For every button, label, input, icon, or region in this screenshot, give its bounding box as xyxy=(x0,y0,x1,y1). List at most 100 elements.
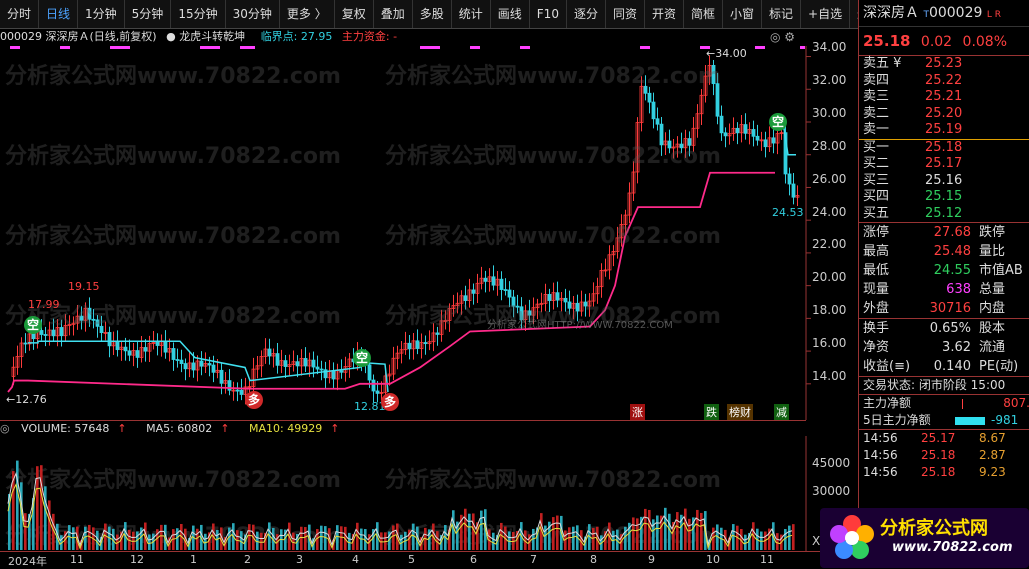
bid-book: 买一 25.18 买二 25.17 买三 25.16 买四 25.15 买五 25.12 xyxy=(859,140,1029,223)
main-net-bar xyxy=(962,399,964,409)
ask-row[interactable]: 卖五 ¥ 25.23 xyxy=(859,56,1029,73)
stat-key: 最低 xyxy=(863,263,890,278)
book-label: 卖三 xyxy=(863,89,890,104)
stat-key2: 市值AB xyxy=(979,263,1023,278)
price-change: 0.02 xyxy=(920,34,953,50)
indicator-dropdown[interactable]: ● 龙虎斗转乾坤 xyxy=(166,30,251,43)
stat-key2: 量比 xyxy=(979,244,1006,259)
up-arrow: ↑ xyxy=(117,422,127,435)
time-tick: 2 xyxy=(244,553,251,566)
ask-row[interactable]: 卖一 25.19 xyxy=(859,122,1029,139)
trade-price: 25.18 xyxy=(921,448,956,462)
kong-badge: 空 xyxy=(24,316,42,334)
book-label: 买三 xyxy=(863,172,890,188)
bid-row[interactable]: 买一 25.18 xyxy=(859,140,1029,157)
volume-header: ◎ VOLUME: 57648 ↑ MA5: 60802 ↑ MA10: 49929… xyxy=(0,420,806,437)
logo-title: 分析家公式网 xyxy=(880,518,988,539)
book-price: 25.21 xyxy=(925,89,963,104)
bid-row[interactable]: 买二 25.17 xyxy=(859,156,1029,173)
toolbar-item-13[interactable]: 逐分 xyxy=(567,0,606,28)
book-label: 卖一 xyxy=(863,122,890,137)
chart-corner-icons[interactable]: ◎ ⚙ xyxy=(770,30,795,44)
label-peak: 19.15 xyxy=(68,280,100,293)
tag-bang: 榜财 xyxy=(727,404,753,420)
toolbar-item-8[interactable]: 叠加 xyxy=(374,0,413,28)
stat-key2: 内盘 xyxy=(979,301,1006,316)
kline-chart[interactable] xyxy=(0,46,858,420)
main-net-value: 807. xyxy=(1003,396,1029,410)
time-tick: 3 xyxy=(296,553,303,566)
toolbar-item-16[interactable]: 简框 xyxy=(684,0,724,28)
price-tick: 26.00 xyxy=(812,171,847,186)
time-tick: 8 xyxy=(590,553,597,566)
main-net-row: 主力净额 807. xyxy=(859,395,1029,412)
trade-volume: 8.67 xyxy=(979,431,1006,445)
bid-row[interactable]: 买四 25.15 xyxy=(859,189,1029,206)
duo-badge: 多 xyxy=(245,391,263,409)
price-tick: 18.00 xyxy=(812,303,847,318)
volume-svg xyxy=(7,436,807,552)
bid-row[interactable]: 买五 25.12 xyxy=(859,206,1029,223)
trade-row: 14:56 25.18 2.87 xyxy=(859,447,1029,464)
toolbar-item-2[interactable]: 1分钟 xyxy=(78,0,125,28)
volume-settings-icon[interactable]: ◎ xyxy=(0,422,10,435)
toolbar-item-0[interactable]: 分时 xyxy=(0,0,40,28)
toolbar-item-6[interactable]: 更多 〉 xyxy=(280,0,335,28)
up-arrow: ↑ xyxy=(330,422,340,435)
toolbar-item-10[interactable]: 统计 xyxy=(452,0,491,28)
stat-key2: 流通 xyxy=(979,340,1006,355)
book-price: 25.16 xyxy=(925,172,963,188)
toolbar-item-15[interactable]: 开资 xyxy=(645,0,684,28)
bid-row[interactable]: 买三 25.16 xyxy=(859,173,1029,190)
trade-price: 25.17 xyxy=(921,431,956,445)
trade-state: 交易状态: 闭市阶段 15:00 xyxy=(863,378,1006,392)
toolbar-item-18[interactable]: 标记 xyxy=(762,0,802,28)
toolbar-item-19[interactable]: +自选 xyxy=(801,0,851,28)
kline-svg xyxy=(7,46,811,420)
toolbar-item-4[interactable]: 15分钟 xyxy=(171,0,226,28)
price-pct: 0.08% xyxy=(962,34,1008,50)
book-label: 买二 xyxy=(863,156,890,171)
toolbar-item-14[interactable]: 同资 xyxy=(606,0,645,28)
symbol-label: 000029 深深房Ａ(日线,前复权) xyxy=(0,30,157,43)
high-value: 34.00 xyxy=(715,47,747,60)
stat-key: 换手 xyxy=(863,321,890,336)
book-label: 买一 xyxy=(863,139,890,155)
ask-row[interactable]: 卖三 25.21 xyxy=(859,89,1029,106)
book-label: 卖五 ¥ xyxy=(863,56,902,71)
stat-key: 净资 xyxy=(863,340,890,355)
book-label: 卖四 xyxy=(863,72,890,88)
time-tick: 9 xyxy=(648,553,655,566)
book-label: 买四 xyxy=(863,189,890,204)
book-price: 25.18 xyxy=(925,139,963,155)
stat-row: 外盘 30716 内盘 xyxy=(859,299,1029,318)
stat-key: 涨停 xyxy=(863,225,890,240)
book-price: 25.15 xyxy=(925,189,963,204)
quote-panel: 深深房Ａ T000029 L R 25.18 0.02 0.08% 卖五 ¥25… xyxy=(858,0,1029,568)
toolbar-item-1[interactable]: 日线 xyxy=(39,0,79,28)
stat-row: 净资 3.62 流通 xyxy=(859,338,1029,357)
label-high: ←34.00 xyxy=(706,47,747,60)
toolbar-item-7[interactable]: 复权 xyxy=(335,0,374,28)
tag-die: 跌 xyxy=(704,404,719,420)
toolbar-item-3[interactable]: 5分钟 xyxy=(125,0,172,28)
toolbar-item-17[interactable]: 小窗 xyxy=(723,0,763,28)
trade-time: 14:56 xyxy=(863,465,898,479)
vol-axis-45000: 45000 xyxy=(812,456,851,470)
time-axis: 2024年 11 12 1 2 3 4 5 6 7 8 9 10 11 xyxy=(0,551,858,569)
stat-key: 现量 xyxy=(863,282,890,297)
price-tick: 22.00 xyxy=(812,237,847,252)
toolbar-item-12[interactable]: F10 xyxy=(530,0,567,28)
ma5-value: MA5: 60802 ↑ xyxy=(146,422,237,435)
stat-value: 638 xyxy=(946,282,971,297)
toolbar-item-9[interactable]: 多股 xyxy=(413,0,452,28)
volume-chart[interactable] xyxy=(0,436,858,552)
stat-row: 涨停 27.68 跌停 xyxy=(859,223,1029,242)
toolbar-item-11[interactable]: 画线 xyxy=(491,0,530,28)
ask-row[interactable]: 卖四 25.22 xyxy=(859,73,1029,90)
toolbar-item-5[interactable]: 30分钟 xyxy=(226,0,280,28)
ask-row[interactable]: 卖二 25.20 xyxy=(859,106,1029,123)
site-logo: 分析家公式网 www.70822.com xyxy=(820,508,1029,568)
ma10-text: MA10: 49929 xyxy=(249,422,323,435)
critical-point: 临界点: 27.95 xyxy=(260,30,333,43)
